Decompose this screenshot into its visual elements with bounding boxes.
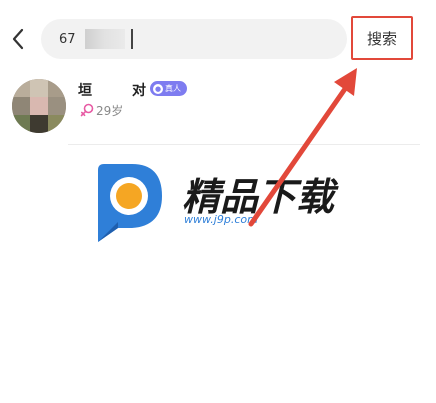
user-age: 29岁 (96, 104, 124, 118)
badge-label: 真人 (165, 84, 181, 93)
watermark-url: www.j9p.com (184, 213, 258, 226)
search-button[interactable]: 搜索 (351, 16, 413, 60)
chevron-left-icon (12, 28, 24, 50)
user-name-last: 对 (132, 83, 146, 99)
redacted-text (85, 29, 125, 49)
search-input[interactable] (59, 31, 83, 47)
divider (68, 144, 420, 145)
person-icon: ● (153, 83, 163, 94)
back-button[interactable] (6, 26, 30, 52)
avatar (12, 79, 66, 133)
search-box[interactable] (41, 19, 347, 59)
female-icon (80, 103, 94, 117)
search-screen: 搜索 垣 对 ● 真人 29岁 精品下载 (0, 0, 436, 403)
user-name-first: 垣 (78, 83, 93, 99)
user-result-row[interactable]: 垣 对 ● 真人 29岁 (0, 72, 436, 144)
watermark-logo (98, 164, 162, 242)
text-cursor (131, 29, 133, 49)
verified-badge: ● 真人 (150, 81, 187, 96)
